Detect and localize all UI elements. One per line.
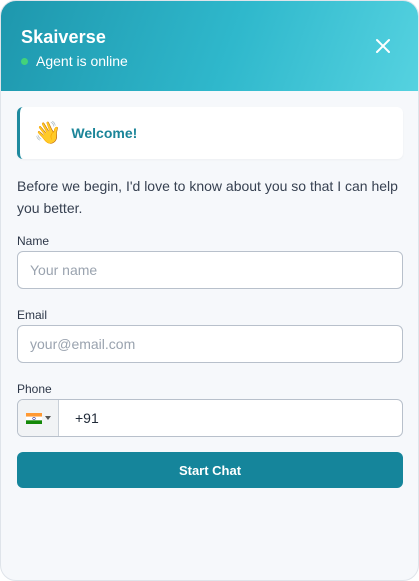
- header-title: Skaiverse: [21, 27, 106, 47]
- welcome-title: Welcome!: [71, 125, 138, 141]
- phone-input[interactable]: [59, 400, 402, 436]
- india-flag-icon: [25, 412, 42, 424]
- intro-text: Before we begin, I'd love to know about …: [17, 178, 398, 216]
- waving-hand-icon: 👋: [34, 120, 62, 145]
- name-label: Name: [17, 234, 50, 248]
- email-label: Email: [17, 308, 48, 322]
- chat-header: Skaiverse Agent is online: [1, 1, 418, 91]
- chevron-down-icon: [44, 416, 51, 420]
- online-status-dot-icon: [21, 57, 28, 65]
- close-icon[interactable]: [374, 37, 392, 55]
- agent-status-text: Agent is online: [36, 53, 128, 69]
- country-code-select[interactable]: [18, 400, 59, 436]
- welcome-card: 👋 Welcome!: [17, 107, 403, 159]
- name-input[interactable]: [17, 251, 403, 289]
- agent-status: Agent is online: [21, 53, 128, 69]
- phone-label: Phone: [17, 382, 52, 396]
- email-input[interactable]: [17, 325, 403, 363]
- start-chat-button[interactable]: Start Chat: [17, 452, 403, 488]
- chat-widget: Skaiverse Agent is online 👋 Welcome! Bef…: [0, 0, 419, 581]
- phone-field: [17, 399, 403, 437]
